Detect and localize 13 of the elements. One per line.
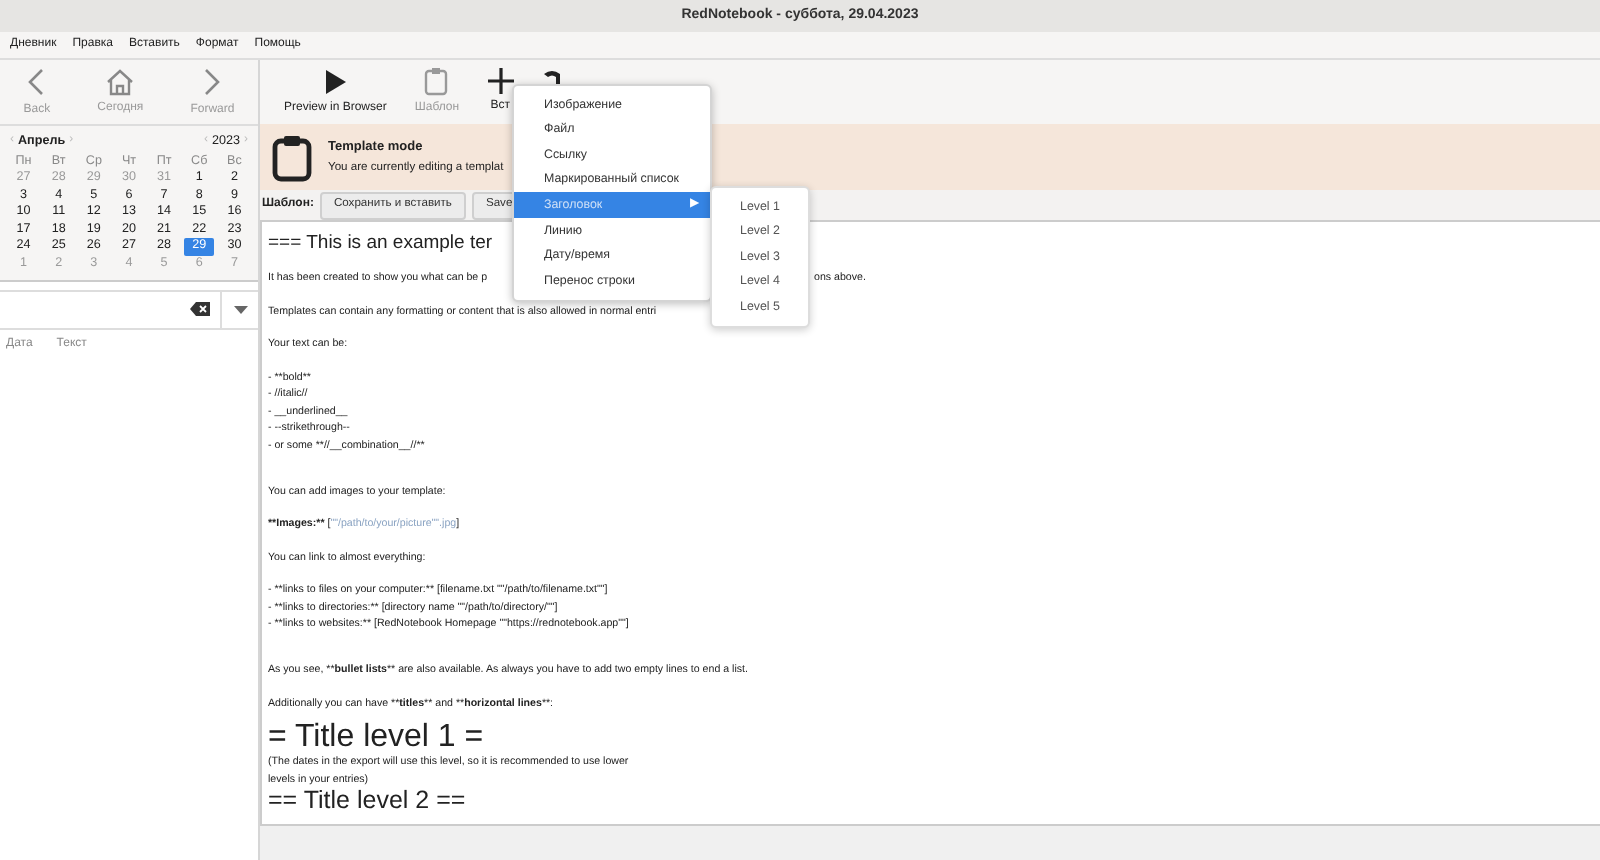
back-icon [26,65,47,97]
play-icon [323,67,348,95]
heading-text: === This is an example ter [268,230,493,258]
clear-icon [190,302,210,317]
text-format-icon [541,70,562,86]
clipboard-icon [272,133,312,181]
plus-icon [487,68,514,94]
forward-icon [202,65,223,97]
home-icon [104,67,137,95]
clipboard-icon [424,66,449,96]
heading-text: = Title level 1 = [268,722,484,752]
heading-text: == Title level 2 == [268,788,466,814]
caret-icon [233,305,247,314]
